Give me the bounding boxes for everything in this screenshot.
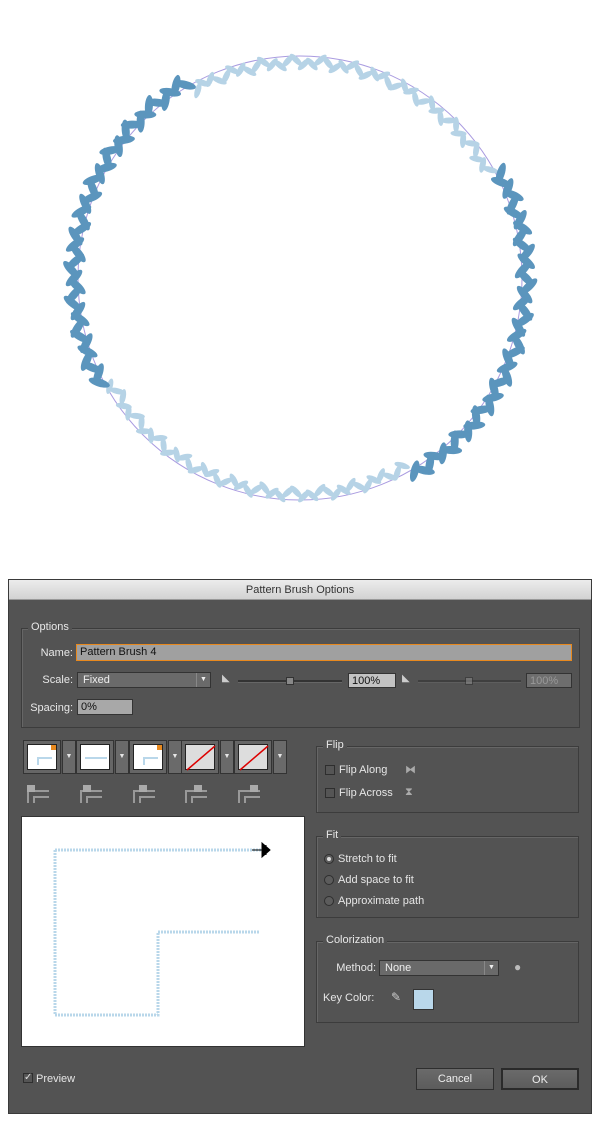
preview-checkbox[interactable]: ✓ [23, 1073, 33, 1083]
method-label: Method: [336, 962, 376, 974]
wreath-artwork [63, 53, 538, 503]
tile-type-icon [183, 783, 209, 808]
spacing-input[interactable]: 0% [77, 699, 133, 715]
scale-value: Fixed [83, 674, 110, 686]
preview-label[interactable]: Preview [36, 1073, 75, 1085]
chevron-down-icon[interactable]: ▼ [220, 740, 234, 774]
flip-along-label[interactable]: Flip Along [339, 764, 387, 776]
spacing-label: Spacing: [30, 702, 73, 714]
ok-button[interactable]: OK [501, 1068, 579, 1090]
scale-min-input[interactable]: 100% [348, 673, 396, 688]
tile-type-icon [131, 783, 157, 808]
method-select[interactable]: None ▼ [379, 960, 499, 976]
eyedropper-icon[interactable]: ✎ [391, 990, 401, 1004]
fit-group-label: Fit [323, 829, 342, 841]
tile-end-tile[interactable]: ▼ [234, 740, 287, 774]
chevron-down-icon[interactable]: ▼ [62, 740, 76, 774]
cancel-button[interactable]: Cancel [416, 1068, 494, 1090]
chevron-down-icon[interactable]: ▼ [273, 740, 287, 774]
tips-lightbulb-icon[interactable]: ● [514, 960, 521, 974]
key-color-label: Key Color: [323, 992, 375, 1004]
key-color-swatch[interactable] [413, 989, 434, 1010]
colorization-group-label: Colorization [323, 934, 388, 946]
flip-across-checkbox[interactable] [325, 788, 335, 798]
pressure-max-icon: ◣ [402, 673, 410, 684]
colorization-group: Colorization [316, 934, 579, 1023]
tile-type-icon [25, 783, 51, 808]
brush-preview [21, 816, 305, 1047]
tile-outer-corner-tile[interactable]: ▼ [23, 740, 76, 774]
tile-type-icon [78, 783, 104, 808]
flip-group: Flip [316, 739, 579, 813]
pattern-brush-options-dialog: Pattern Brush Options Options Name: Patt… [8, 579, 592, 1114]
tile-start-tile[interactable]: ▼ [181, 740, 234, 774]
flip-along-icon: ⧓ [405, 764, 416, 776]
approximate-path-label[interactable]: Approximate path [338, 895, 424, 907]
tile-inner-corner-tile[interactable]: ▼ [129, 740, 182, 774]
tile-type-icon [236, 783, 262, 808]
preview-path [53, 841, 271, 1017]
dialog-title: Pattern Brush Options [9, 580, 591, 600]
stretch-to-fit-label[interactable]: Stretch to fit [338, 853, 397, 865]
name-label: Name: [40, 647, 73, 659]
add-space-to-fit-label[interactable]: Add space to fit [338, 874, 414, 886]
add-space-to-fit-radio[interactable] [324, 875, 334, 885]
scale-select[interactable]: Fixed ▼ [77, 672, 211, 688]
chevron-down-icon[interactable]: ▼ [115, 740, 129, 774]
scale-label: Scale: [42, 674, 73, 686]
chevron-down-icon: ▼ [196, 673, 210, 687]
approximate-path-radio[interactable] [324, 896, 334, 906]
stretch-to-fit-radio[interactable] [324, 854, 334, 864]
scale-max-slider-thumb [465, 677, 473, 685]
name-input[interactable]: Pattern Brush 4 [76, 644, 572, 661]
flip-group-label: Flip [323, 739, 347, 751]
method-value: None [385, 962, 412, 974]
flip-along-checkbox[interactable] [325, 765, 335, 775]
pressure-min-icon: ◣ [222, 673, 230, 684]
tile-side-tile[interactable]: ▼ [76, 740, 129, 774]
arrow-cursor-icon [252, 841, 271, 859]
chevron-down-icon: ▼ [484, 961, 498, 975]
scale-min-slider-thumb[interactable] [286, 677, 294, 685]
flip-across-icon: ⧗ [405, 786, 413, 798]
options-group-label: Options [28, 621, 72, 633]
scale-max-input: 100% [526, 673, 572, 688]
flip-across-label[interactable]: Flip Across [339, 787, 393, 799]
chevron-down-icon[interactable]: ▼ [168, 740, 182, 774]
